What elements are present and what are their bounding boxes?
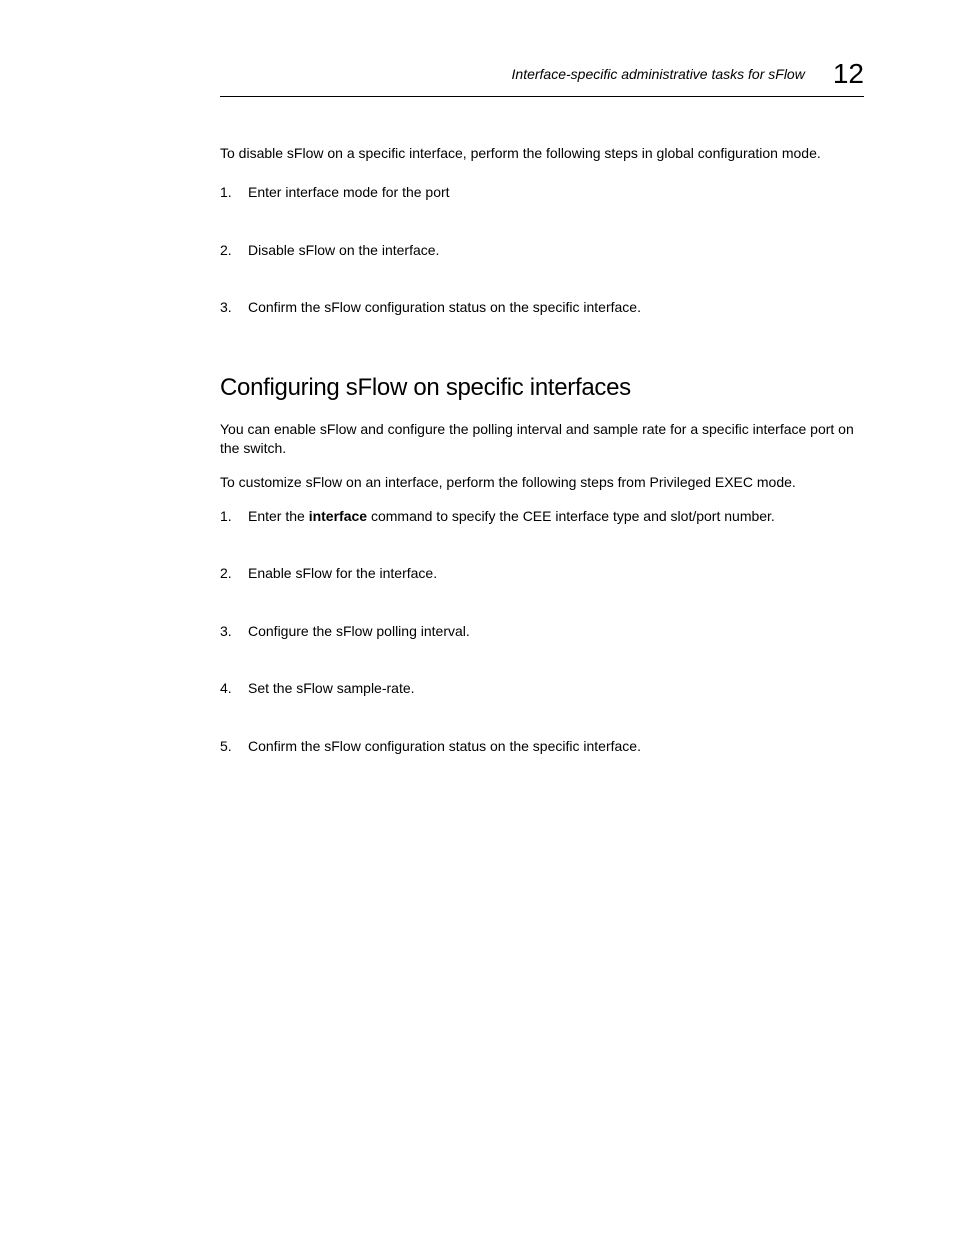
list-item: Enter interface mode for the port [248,183,864,203]
section-b-p2: To customize sFlow on an interface, perf… [220,473,864,493]
list-item: Confirm the sFlow configuration status o… [248,737,864,757]
step1-suffix: command to specify the CEE interface typ… [367,508,775,524]
page: Interface-specific administrative tasks … [0,0,954,1235]
section-a-intro: To disable sFlow on a specific interface… [220,145,864,161]
chapter-number: 12 [833,60,864,88]
section-b-steps: Enter the interface command to specify t… [220,507,864,757]
step1-prefix: Enter the [248,508,309,524]
running-title: Interface-specific administrative tasks … [512,66,805,82]
section-b-p1: You can enable sFlow and configure the p… [220,420,864,459]
list-item: Disable sFlow on the interface. [248,241,864,261]
list-item: Set the sFlow sample-rate. [248,679,864,699]
list-item: Configure the sFlow polling interval. [248,622,864,642]
step1-bold: interface [309,508,367,524]
running-header: Interface-specific administrative tasks … [220,60,864,97]
section-a-steps: Enter interface mode for the port Disabl… [220,183,864,318]
section-b-heading: Configuring sFlow on specific interfaces [220,374,864,402]
list-item: Confirm the sFlow configuration status o… [248,298,864,318]
list-item: Enable sFlow for the interface. [248,564,864,584]
list-item: Enter the interface command to specify t… [248,507,864,527]
